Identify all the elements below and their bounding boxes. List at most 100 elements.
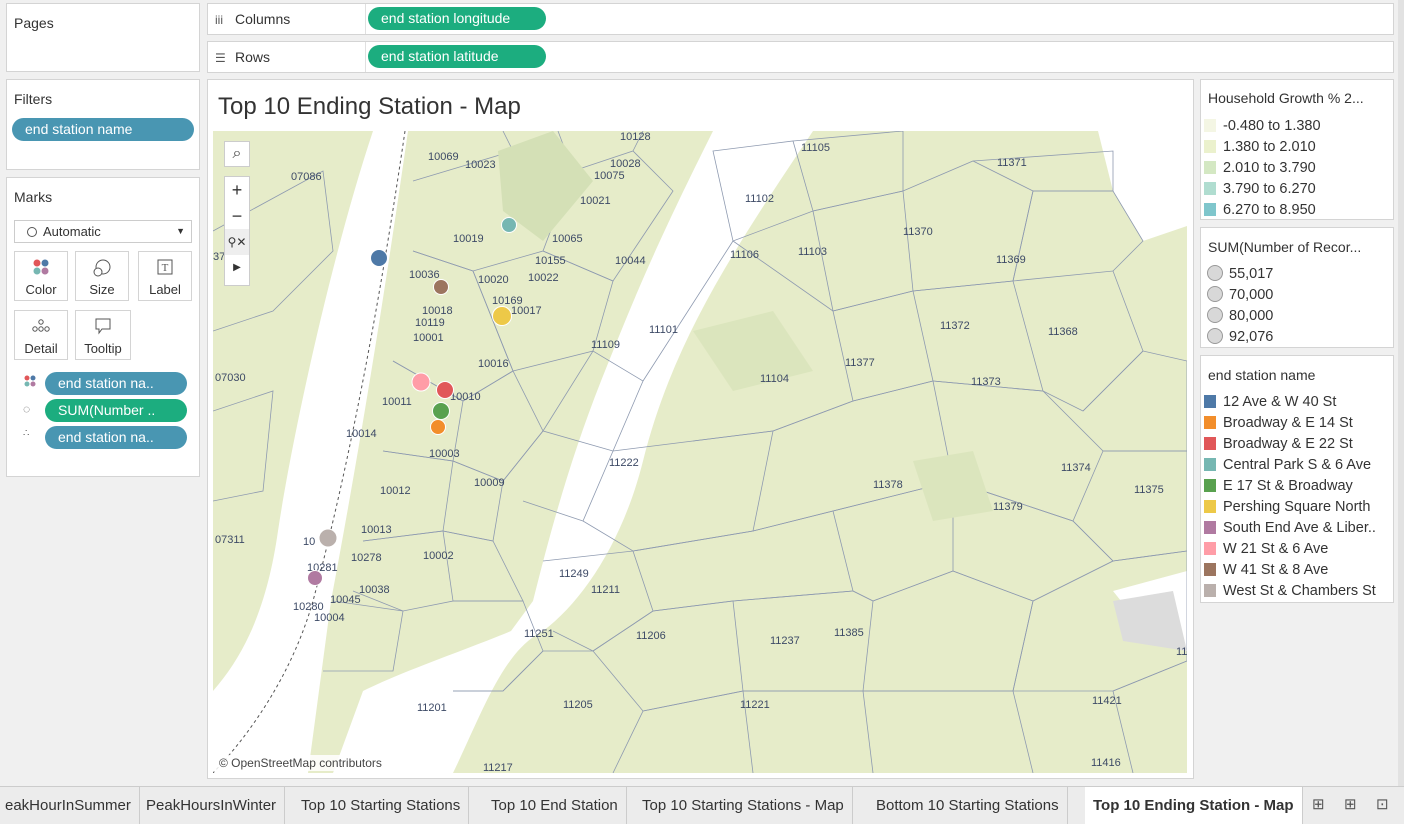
rows-pill[interactable]: end station latitude: [368, 45, 546, 68]
legend-swatch: [1204, 500, 1216, 513]
household-legend-item[interactable]: 3.790 to 6.270: [1204, 179, 1316, 200]
household-legend-item[interactable]: -0.480 to 1.380: [1204, 116, 1321, 137]
rows-shelf[interactable]: ☰ Rows end station latitude: [207, 41, 1394, 73]
zip-code-label: 10012: [380, 485, 411, 497]
size-legend-item[interactable]: 80,000: [1207, 306, 1273, 327]
filter-pill-end-station-name[interactable]: end station name: [12, 118, 194, 141]
size-button[interactable]: Size: [75, 251, 129, 301]
columns-pill[interactable]: end station longitude: [368, 7, 546, 30]
tab-top10-end-station[interactable]: Top 10 End Station: [483, 787, 627, 824]
size-circle-icon: [1207, 286, 1223, 302]
zip-code-label: 11104: [760, 373, 789, 385]
station-mark[interactable]: [436, 381, 454, 399]
marks-field-color: [24, 374, 36, 392]
zoom-out-button[interactable]: −: [225, 203, 249, 229]
tab-top10-starting-stations-map[interactable]: Top 10 Starting Stations - Map: [634, 787, 853, 824]
tab-bottom10-starting-stations[interactable]: Bottom 10 Starting Stations: [868, 787, 1068, 824]
tooltip-button[interactable]: Tooltip: [75, 310, 131, 360]
station-mark[interactable]: [307, 570, 323, 586]
pages-title: Pages: [14, 15, 54, 31]
station-mark[interactable]: [370, 249, 388, 267]
size-legend-item[interactable]: 92,076: [1207, 327, 1273, 348]
zoom-in-button[interactable]: +: [225, 177, 249, 203]
play-arrow-icon[interactable]: ▶: [225, 255, 249, 281]
station-legend-item[interactable]: Broadway & E 14 St: [1204, 413, 1353, 434]
household-legend-item[interactable]: 6.270 to 8.950: [1204, 200, 1316, 221]
station-mark[interactable]: [430, 419, 446, 435]
zip-code-label: 10002: [423, 550, 454, 562]
new-worksheet-icon[interactable]: ⊞: [1312, 795, 1325, 813]
zip-code-label: 10128: [620, 131, 651, 143]
size-legend-item[interactable]: 55,017: [1207, 264, 1273, 285]
detail-icon: [15, 317, 67, 341]
legend-swatch: [1204, 458, 1216, 471]
new-story-icon[interactable]: ⊡: [1376, 795, 1389, 813]
station-legend-item[interactable]: Broadway & E 22 St: [1204, 434, 1353, 455]
household-legend-title: Household Growth % 2...: [1208, 90, 1364, 106]
size-circle-icon: [1207, 328, 1223, 344]
pin-reset-icon[interactable]: ⚲✕: [225, 229, 249, 255]
columns-label: iii Columns: [208, 4, 366, 34]
svg-text:T: T: [162, 262, 169, 274]
station-mark[interactable]: [432, 402, 450, 420]
station-mark[interactable]: [318, 528, 338, 548]
new-dashboard-icon[interactable]: ⊞: [1344, 795, 1357, 813]
detail-button[interactable]: Detail: [14, 310, 68, 360]
zip-code-label: 10155: [535, 255, 566, 267]
household-legend-item[interactable]: 1.380 to 2.010: [1204, 137, 1316, 158]
zip-code-label: 11105: [801, 142, 830, 154]
tab-peak-hour-summer[interactable]: eakHourInSummer: [0, 787, 140, 824]
station-legend-item[interactable]: W 41 St & 8 Ave: [1204, 560, 1328, 581]
pages-shelf[interactable]: Pages: [6, 3, 200, 72]
marks-pill-detail[interactable]: end station na..: [45, 426, 187, 449]
station-legend-item[interactable]: 12 Ave & W 40 St: [1204, 392, 1336, 413]
zip-code-label: 10065: [552, 233, 583, 245]
zip-code-label: 11201: [417, 702, 447, 714]
station-legend-item[interactable]: West St & Chambers St: [1204, 581, 1376, 602]
station-legend-item[interactable]: South End Ave & Liber..: [1204, 518, 1376, 539]
station-mark[interactable]: [501, 217, 517, 233]
zip-code-label: 11375: [1134, 484, 1164, 496]
tab-top10-ending-station-map[interactable]: Top 10 Ending Station - Map: [1085, 787, 1303, 824]
station-mark[interactable]: [411, 372, 431, 392]
tab-top10-starting-stations[interactable]: Top 10 Starting Stations: [293, 787, 470, 824]
mark-type-dropdown[interactable]: Automatic ▼: [14, 220, 192, 243]
marks-pill-color[interactable]: end station na..: [45, 372, 187, 395]
zip-code-label: 07086: [291, 171, 322, 183]
zip-code-label: 11379: [993, 501, 1023, 513]
label-button[interactable]: T Label: [138, 251, 192, 301]
zip-code-label: 10023: [465, 159, 496, 171]
station-mark[interactable]: [433, 279, 449, 295]
right-scrollbar[interactable]: [1398, 0, 1404, 786]
zip-code-label: 10009: [474, 477, 505, 489]
station-legend-item[interactable]: Pershing Square North: [1204, 497, 1371, 518]
station-legend-item[interactable]: E 17 St & Broadway: [1204, 476, 1353, 497]
map-area[interactable]: 10128 10069 10023 10028 10075 07086 10021 10019…: [213, 131, 1187, 773]
zip-code-label: 10001: [413, 332, 444, 344]
size-icon: [76, 258, 128, 282]
color-icon: [15, 258, 67, 282]
zip-code-label: 11249: [559, 568, 589, 580]
zip-code-label: 11217: [483, 762, 513, 773]
columns-shelf[interactable]: iii Columns end station longitude: [207, 3, 1394, 35]
search-map-button[interactable]: ⌕: [224, 141, 250, 167]
household-legend-item[interactable]: 2.010 to 3.790: [1204, 158, 1316, 179]
zip-code-label: 10013: [361, 524, 392, 536]
rows-label: ☰ Rows: [208, 42, 366, 72]
zip-code-label: 10022: [528, 272, 559, 284]
chevron-down-icon: ▼: [176, 226, 185, 236]
marks-title: Marks: [14, 189, 53, 205]
station-legend-item[interactable]: Central Park S & 6 Ave: [1204, 455, 1371, 476]
marks-pill-size[interactable]: SUM(Number ..: [45, 399, 187, 422]
detail-field-icon: ∴: [23, 428, 30, 439]
color-button[interactable]: Color: [14, 251, 68, 301]
zip-code-label: 11371: [997, 157, 1027, 169]
size-legend-item[interactable]: 70,000: [1207, 285, 1273, 306]
zip-code-label: 11374: [1061, 462, 1091, 474]
zip-code-label: 10017: [511, 305, 542, 317]
tab-peak-hours-winter[interactable]: PeakHoursInWinter: [138, 787, 286, 824]
station-legend-item[interactable]: W 21 St & 6 Ave: [1204, 539, 1328, 560]
station-mark[interactable]: [492, 306, 512, 326]
filters-shelf[interactable]: Filters end station name: [6, 79, 200, 170]
legend-swatch: [1204, 119, 1216, 132]
